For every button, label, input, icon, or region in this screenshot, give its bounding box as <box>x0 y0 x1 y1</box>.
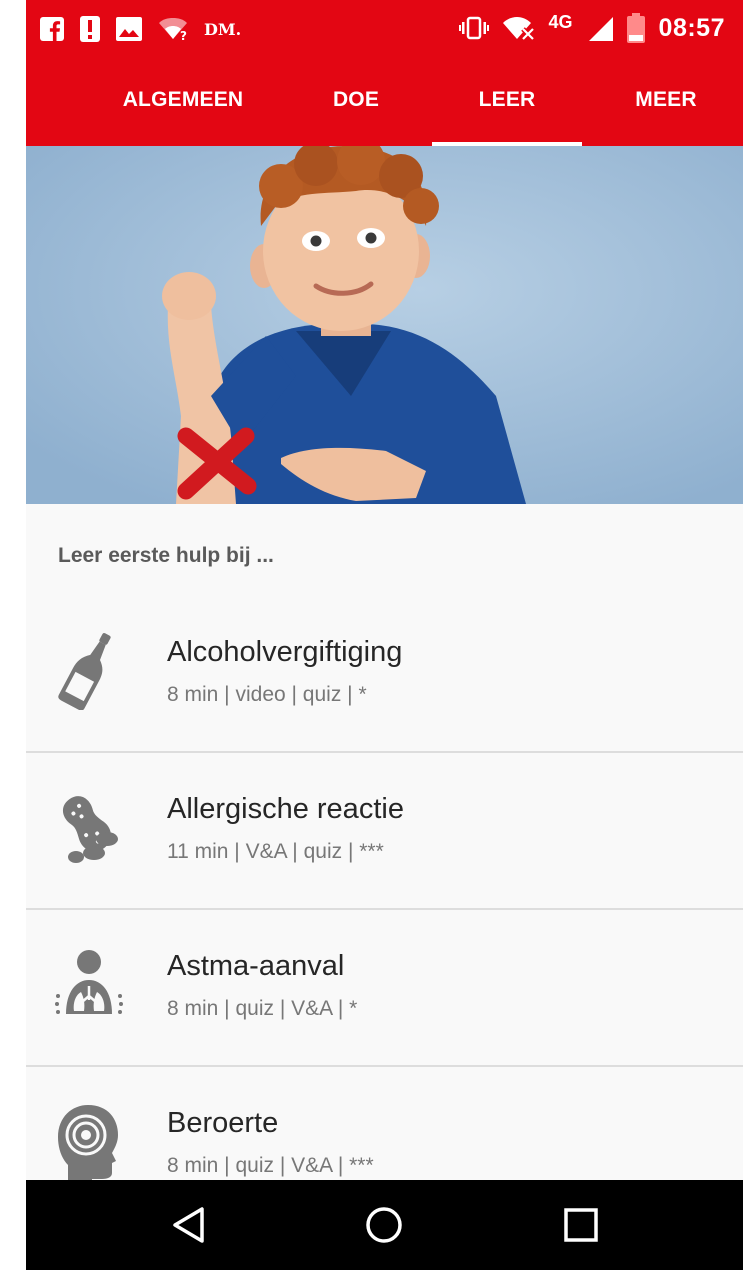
tab-bar: ALGEMEEN DOE LEER MEER <box>26 58 743 146</box>
status-bar: ? DM. 4G 08:57 <box>26 0 743 58</box>
item-meta: 8 min | quiz | V&A | * <box>167 997 358 1020</box>
network-type: 4G <box>548 11 573 32</box>
alert-icon <box>80 16 100 42</box>
peanut-icon <box>63 796 118 863</box>
recents-icon[interactable] <box>556 1200 606 1250</box>
item-meta: 11 min | V&A | quiz | *** <box>167 840 384 863</box>
list-item-alcoholvergiftiging[interactable]: Alcoholvergiftiging 8 min | video | quiz… <box>26 596 743 753</box>
facebook-icon <box>40 17 64 41</box>
home-icon[interactable] <box>359 1200 409 1250</box>
item-title: Beroerte <box>167 1107 279 1139</box>
hero-photo <box>26 146 743 504</box>
tab-leer[interactable]: LEER <box>432 58 582 146</box>
lungs-icon <box>55 950 123 1014</box>
list-item-astma-aanval[interactable]: Astma-aanval 8 min | quiz | V&A | * <box>26 910 743 1067</box>
hero-image <box>26 146 743 504</box>
list-item-allergische-reactie[interactable]: Allergische reactie 11 min | V&A | quiz … <box>26 753 743 910</box>
item-title: Allergische reactie <box>167 793 404 825</box>
wifi-question-icon: ? <box>159 18 187 41</box>
topic-list: Alcoholvergiftiging 8 min | video | quiz… <box>26 596 743 1224</box>
signal-icon <box>588 17 613 41</box>
item-meta: 8 min | quiz | V&A | *** <box>167 1154 374 1177</box>
tab-algemeen[interactable]: ALGEMEEN <box>98 58 268 146</box>
svg-text:?: ? <box>180 29 187 41</box>
item-meta: 8 min | video | quiz | * <box>167 683 367 706</box>
system-status: 4G 08:57 <box>458 10 725 46</box>
battery-icon <box>626 13 645 43</box>
carrier-label: DM. <box>204 19 242 39</box>
notification-icons: ? DM. <box>40 14 241 44</box>
bottle-icon <box>58 633 111 710</box>
item-title: Alcoholvergiftiging <box>167 636 403 668</box>
tab-doe[interactable]: DOE <box>306 58 406 146</box>
item-title: Astma-aanval <box>167 950 345 982</box>
back-icon[interactable] <box>164 1200 214 1250</box>
tab-meer[interactable]: MEER <box>611 58 721 146</box>
image-icon <box>116 17 142 41</box>
section-heading: Leer eerste hulp bij ... <box>58 544 274 567</box>
system-nav-bar <box>26 1180 743 1270</box>
vibrate-icon <box>458 16 489 40</box>
clock: 08:57 <box>658 13 725 42</box>
wifi-off-icon <box>502 17 535 41</box>
head-icon <box>58 1105 118 1181</box>
app-screen: ? DM. 4G 08:57 ALGEMEEN DOE LEER MEER Le… <box>26 0 743 1270</box>
